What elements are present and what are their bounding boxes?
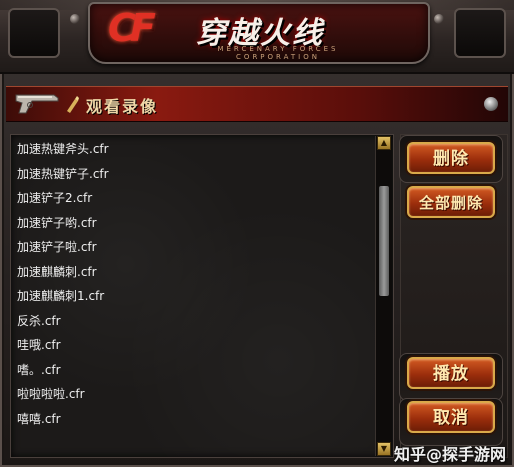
game-title-logo: 穿越火线 — [196, 16, 324, 51]
recording-item[interactable]: 加速热键铲子.cfr — [11, 162, 375, 187]
bolt-icon — [434, 14, 444, 24]
title-knob-icon — [484, 97, 498, 111]
recording-item[interactable]: 加速麒麟刺.cfr — [11, 260, 375, 285]
game-window: CF 穿越火线 MERCENARY FORCES CORPORATION 观看录… — [0, 0, 514, 467]
recording-item[interactable]: 加速热键斧头.cfr — [11, 137, 375, 162]
scroll-thumb[interactable] — [379, 186, 389, 296]
recording-item[interactable]: 加速铲子2.cfr — [11, 186, 375, 211]
recording-item[interactable]: 加速铲子啦.cfr — [11, 235, 375, 260]
dialog-title-bar: 观看录像 — [6, 86, 508, 122]
watermark: 知乎@探手游网 — [393, 445, 506, 464]
cancel-button[interactable]: 取消 — [407, 401, 495, 433]
recording-item[interactable]: 加速麒麟刺1.cfr — [11, 284, 375, 309]
delete-all-button[interactable]: 全部删除 — [407, 186, 495, 218]
header-banner: CF 穿越火线 MERCENARY FORCES CORPORATION — [0, 0, 514, 74]
action-column: 删除 全部删除 播放 取消 — [399, 134, 508, 458]
recording-list-items: 加速热键斧头.cfr 加速热键铲子.cfr 加速铲子2.cfr 加速铲子哟.cfr 加速… — [11, 137, 375, 431]
scroll-down-button[interactable]: ▼ — [377, 442, 391, 456]
logo-subtitle: MERCENARY FORCES CORPORATION — [217, 45, 339, 61]
play-button[interactable]: 播放 — [407, 357, 495, 389]
scroll-up-button[interactable]: ▲ — [377, 136, 391, 150]
recording-item[interactable]: 嘻嘻.cfr — [11, 407, 375, 432]
dialog-title: 观看录像 — [86, 97, 159, 116]
recording-item[interactable]: 加速铲子哟.cfr — [11, 211, 375, 236]
recording-item[interactable]: 反杀.cfr — [11, 309, 375, 334]
recording-list[interactable]: 加速热键斧头.cfr 加速热键铲子.cfr 加速铲子2.cfr 加速铲子哟.cfr 加速… — [10, 134, 394, 458]
pistol-icon — [15, 94, 59, 114]
recording-item[interactable]: 啦啦啦啦.cfr — [11, 382, 375, 407]
recording-item[interactable]: 哇哦.cfr — [11, 333, 375, 358]
scrollbar[interactable]: ▲ ▼ — [375, 136, 392, 456]
delete-button[interactable]: 删除 — [407, 142, 495, 174]
recording-item[interactable]: 嗜。.cfr — [11, 358, 375, 383]
bolt-icon — [70, 14, 80, 24]
header-right-plate — [454, 8, 506, 58]
cf-logo: CF — [108, 6, 156, 50]
bullet-icon — [67, 96, 79, 113]
header-left-plate — [8, 8, 60, 58]
